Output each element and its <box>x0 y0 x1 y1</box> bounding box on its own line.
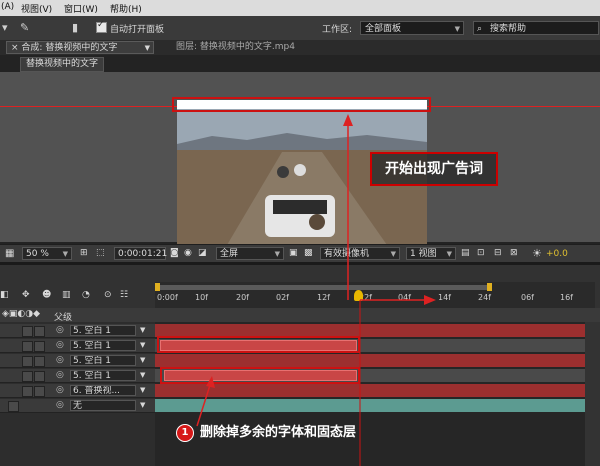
arrow-head-up <box>343 114 353 126</box>
annotation-arrows <box>196 114 436 466</box>
arrow-head-right <box>424 295 436 305</box>
step-note: 1 删除掉多余的字体和固态层 <box>176 424 357 442</box>
pointer-arrow-line <box>196 381 212 427</box>
pointer-arrow-head <box>206 376 215 388</box>
callout-ad-start: 开始出现广告词 <box>370 152 498 186</box>
step-text: 删除掉多余的字体和固态层 <box>200 425 357 440</box>
step-number-badge: 1 <box>176 424 194 442</box>
